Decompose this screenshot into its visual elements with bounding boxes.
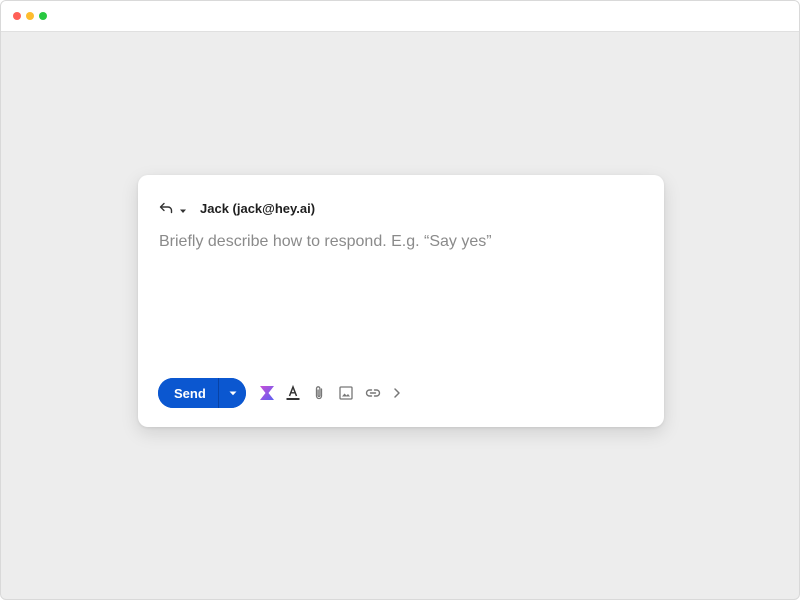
response-prompt-input[interactable] (159, 233, 639, 353)
reply-composer-card: Jack (jack@hey.ai) Send (138, 175, 664, 427)
close-window-button[interactable] (13, 12, 21, 20)
chevron-right-icon[interactable] (388, 384, 406, 402)
image-icon[interactable] (337, 384, 355, 402)
text-format-icon[interactable] (284, 384, 302, 402)
composer-header: Jack (jack@hey.ai) (158, 199, 315, 217)
recipient-label: Jack (jack@hey.ai) (200, 200, 316, 216)
send-button-group: Send (158, 378, 246, 408)
paperclip-icon[interactable] (310, 384, 328, 402)
app-window: Jack (jack@hey.ai) Send (0, 0, 800, 600)
caret-down-icon (229, 391, 236, 396)
composer-toolbar: Send (158, 378, 406, 408)
send-button[interactable]: Send (158, 378, 218, 408)
zoom-window-button[interactable] (39, 12, 47, 20)
ai-assist-icon[interactable] (258, 384, 276, 402)
send-options-button[interactable] (219, 378, 246, 408)
title-bar (1, 1, 799, 32)
link-icon[interactable] (364, 384, 382, 402)
reply-type-menu-icon[interactable] (178, 203, 188, 213)
reply-icon[interactable] (158, 200, 174, 216)
minimize-window-button[interactable] (26, 12, 34, 20)
